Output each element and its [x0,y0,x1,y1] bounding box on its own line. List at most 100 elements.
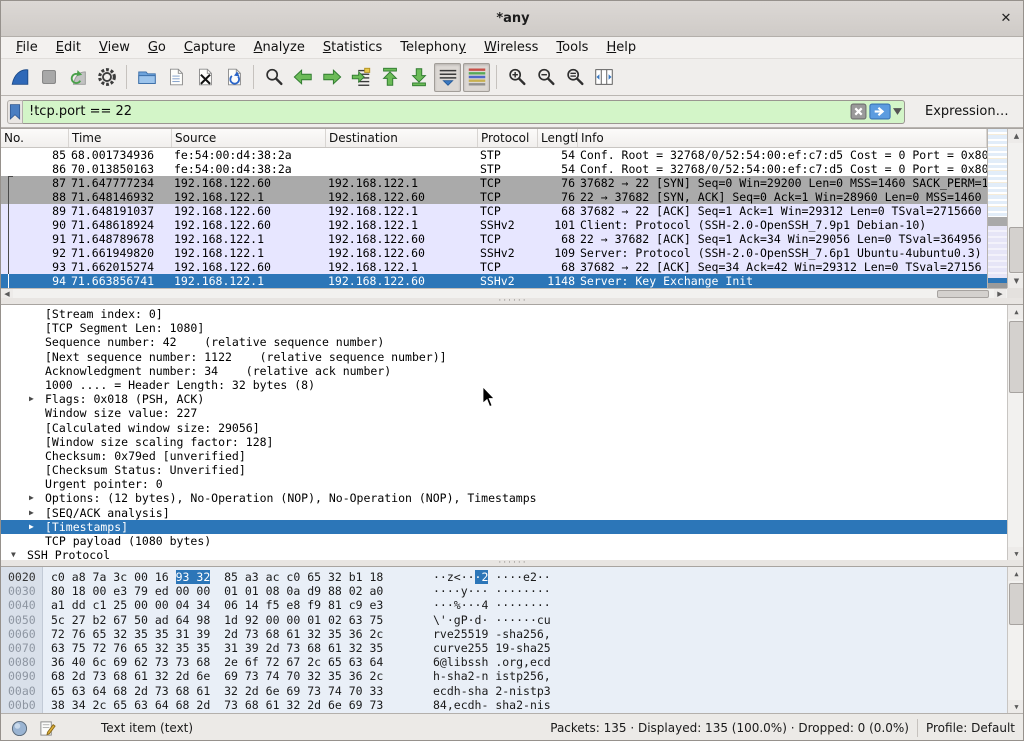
menu-view[interactable]: View [90,38,139,57]
packet-list-minimap[interactable] [987,129,1007,288]
start-capture-button[interactable] [6,63,33,92]
hex-row-0090[interactable]: 009068 2d 73 68 61 32 2d 6e 69 73 74 70 … [1,669,1024,683]
hscrollbar-thumb[interactable] [937,290,989,298]
reload-file-button[interactable] [220,63,247,92]
packet-row-90[interactable]: 9071.648618924192.168.122.60192.168.122.… [1,218,987,232]
scrollbar-thumb[interactable] [1009,583,1024,625]
hex-row-0060[interactable]: 006072 76 65 32 35 35 31 39 2d 73 68 61 … [1,627,1024,641]
go-last-button[interactable] [405,63,432,92]
detail-line[interactable]: [TCP Segment Len: 1080] [1,321,1007,335]
hex-row-00b0[interactable]: 00b038 34 2c 65 63 64 68 2d 73 68 61 32 … [1,698,1024,712]
colorize-button[interactable] [463,63,490,92]
auto-scroll-button[interactable] [434,63,461,92]
packet-row-93[interactable]: 9371.662015274192.168.122.60192.168.122.… [1,260,987,274]
packet-row-85[interactable]: 8568.001734936fe:54:00:d4:38:2aSTP54Conf… [1,148,987,162]
bytes-vscrollbar[interactable]: ▲ ▼ [1007,567,1024,713]
hex-row-0030[interactable]: 003080 18 00 e3 79 ed 00 00 01 01 08 0a … [1,584,1024,598]
menu-help[interactable]: Help [597,38,645,57]
resize-columns-button[interactable] [590,63,617,92]
clear-filter-icon[interactable] [850,103,867,120]
expander-open-icon[interactable]: ▼ [11,548,16,560]
expander-closed-icon[interactable]: ▶ [29,392,34,406]
menu-file[interactable]: File [7,38,47,57]
scroll-down-icon[interactable]: ▼ [1008,547,1024,560]
column-header-destination[interactable]: Destination [326,129,478,147]
zoom-original-button[interactable] [561,63,588,92]
expander-closed-icon[interactable]: ▶ [29,491,34,505]
go-first-button[interactable] [376,63,403,92]
hex-row-0080[interactable]: 008036 40 6c 69 62 73 73 68 2e 6f 72 67 … [1,655,1024,669]
packet-list-vscrollbar[interactable]: ▲ ▼ [1007,129,1024,288]
detail-line[interactable]: Window size value: 227 [1,406,1007,420]
menu-statistics[interactable]: Statistics [314,38,391,57]
detail-line[interactable]: Acknowledgment number: 34 (relative ack … [1,364,1007,378]
filter-bookmark-button[interactable] [7,100,23,124]
stop-capture-button[interactable] [35,63,62,92]
menu-analyze[interactable]: Analyze [245,38,314,57]
detail-line[interactable]: Checksum: 0x79ed [unverified] [1,449,1007,463]
hex-row-00a0[interactable]: 00a065 63 64 68 2d 73 68 61 32 2d 6e 69 … [1,684,1024,698]
scrollbar-thumb[interactable] [1009,227,1024,273]
open-file-button[interactable] [133,63,160,92]
detail-line[interactable]: ▶[SEQ/ACK analysis] [1,506,1007,520]
display-filter-input[interactable] [23,101,904,123]
apply-filter-icon[interactable] [869,103,891,120]
hex-row-0050[interactable]: 00505c 27 b2 67 50 ad 64 98 1d 92 00 00 … [1,613,1024,627]
packet-row-87[interactable]: 8771.647777234192.168.122.60192.168.122.… [1,176,987,190]
packet-row-94[interactable]: 9471.663856741192.168.122.1192.168.122.6… [1,274,987,288]
hex-row-0070[interactable]: 007063 75 72 76 65 32 35 35 31 39 2d 73 … [1,641,1024,655]
save-file-button[interactable] [162,63,189,92]
menu-tools[interactable]: Tools [547,38,597,57]
close-icon[interactable]: ✕ [997,10,1015,28]
packet-row-89[interactable]: 8971.648191037192.168.122.60192.168.122.… [1,204,987,218]
go-back-button[interactable] [289,63,316,92]
detail-line[interactable]: TCP payload (1080 bytes) [1,534,1007,548]
packet-row-86[interactable]: 8670.013850163fe:54:00:d4:38:2aSTP54Conf… [1,162,987,176]
column-header-protocol[interactable]: Protocol [478,129,538,147]
expression-button[interactable]: Expression… [919,102,1015,121]
detail-line[interactable]: Sequence number: 42 (relative sequence n… [1,335,1007,349]
packet-row-92[interactable]: 9271.661949820192.168.122.1192.168.122.6… [1,246,987,260]
capture-options-button[interactable] [93,63,120,92]
expander-closed-icon[interactable]: ▶ [29,506,34,520]
column-header-length[interactable]: Length [538,129,578,147]
menu-edit[interactable]: Edit [47,38,90,57]
menu-capture[interactable]: Capture [175,38,245,57]
detail-line[interactable]: ▶Options: (12 bytes), No-Operation (NOP)… [1,491,1007,505]
scrollbar-thumb[interactable] [1009,321,1024,393]
title-bar[interactable]: *any ✕ [1,1,1024,37]
expert-info-icon[interactable] [11,719,29,737]
close-file-button[interactable] [191,63,218,92]
scroll-up-icon[interactable]: ▲ [1008,305,1024,319]
scroll-up-icon[interactable]: ▲ [1008,129,1024,143]
detail-line[interactable]: [Window size scaling factor: 128] [1,435,1007,449]
go-forward-button[interactable] [318,63,345,92]
expander-closed-icon[interactable]: ▶ [29,520,34,534]
column-header-source[interactable]: Source [172,129,326,147]
column-header-info[interactable]: Info [578,129,987,147]
filter-history-chevron-icon[interactable] [893,108,902,115]
hex-row-0020[interactable]: 0020c0 a8 7a 3c 00 16 93 32 85 a3 ac c0 … [1,570,1024,584]
detail-line[interactable]: [Checksum Status: Unverified] [1,463,1007,477]
scroll-up-icon[interactable]: ▲ [1008,567,1024,581]
detail-line[interactable]: ▶[Timestamps] [1,520,1007,534]
column-header-time[interactable]: Time [69,129,172,147]
scroll-down-icon[interactable]: ▼ [1008,274,1024,288]
packet-row-91[interactable]: 9171.648789678192.168.122.1192.168.122.6… [1,232,987,246]
detail-line[interactable]: [Stream index: 0] [1,307,1007,321]
restart-capture-button[interactable] [64,63,91,92]
status-profile[interactable]: Profile: Default [926,721,1015,735]
find-packet-button[interactable] [260,63,287,92]
detail-line[interactable]: Urgent pointer: 0 [1,477,1007,491]
detail-line[interactable]: ▶Flags: 0x018 (PSH, ACK) [1,392,1007,406]
menu-wireless[interactable]: Wireless [475,38,547,57]
menu-telephony[interactable]: Telephony [391,38,475,57]
packet-row-88[interactable]: 8871.648146932192.168.122.1192.168.122.6… [1,190,987,204]
zoom-out-button[interactable] [532,63,559,92]
menu-go[interactable]: Go [139,38,175,57]
zoom-in-button[interactable] [503,63,530,92]
column-header-no[interactable]: No. [1,129,69,147]
capture-comment-icon[interactable] [39,719,57,737]
scroll-down-icon[interactable]: ▼ [1008,700,1024,713]
hex-row-0040[interactable]: 0040a1 dd c1 25 00 00 04 34 06 14 f5 e8 … [1,598,1024,612]
